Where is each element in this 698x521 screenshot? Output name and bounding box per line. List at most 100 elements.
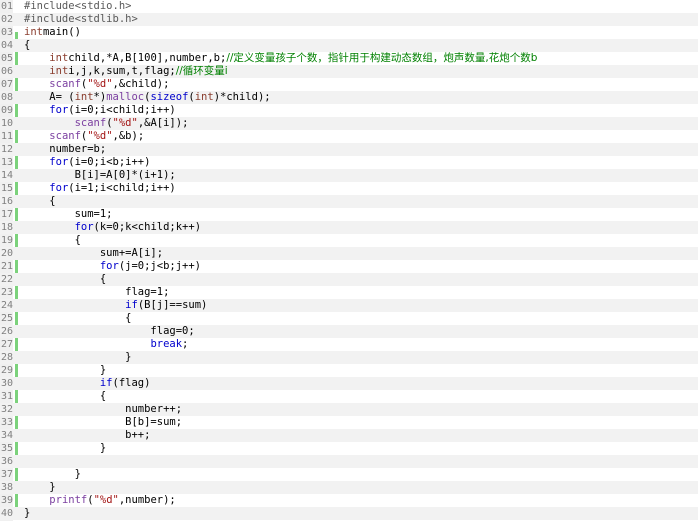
code-line[interactable]: 31 { [0, 390, 698, 403]
line-number: 32 [0, 404, 13, 415]
line-code[interactable]: { [24, 234, 81, 247]
code-line[interactable]: 23 flag=1; [0, 286, 698, 299]
code-line[interactable]: 05 intchild,*A,B[100],number,b;//定义变量孩子个… [0, 52, 698, 65]
line-code[interactable]: } [24, 507, 30, 520]
line-code[interactable]: flag=1; [24, 286, 169, 299]
code-line[interactable]: 09 for(i=0;i<child;i++) [0, 104, 698, 117]
line-code[interactable]: scanf("%d",&A[i]); [24, 117, 189, 130]
line-code[interactable]: #include<stdio.h> [24, 0, 131, 13]
code-line[interactable]: 24 if(B[j]==sum) [0, 299, 698, 312]
line-code[interactable]: for(i=0;i<b;i++) [24, 156, 150, 169]
code-line[interactable]: 13 for(i=0;i<b;i++) [0, 156, 698, 169]
line-code[interactable]: number++; [24, 403, 182, 416]
code-token: printf [49, 494, 88, 506]
code-line[interactable]: 16 { [0, 195, 698, 208]
line-code[interactable]: sum=1; [24, 208, 113, 221]
line-code[interactable]: #include<stdlib.h> [24, 13, 138, 26]
code-line[interactable]: 15 for(i=1;i<child;i++) [0, 182, 698, 195]
code-line[interactable]: 34 b++; [0, 429, 698, 442]
code-line[interactable]: 21 for(j=0;j<b;j++) [0, 260, 698, 273]
code-line[interactable]: 11 scanf("%d",&b); [0, 130, 698, 143]
code-line[interactable]: 36 [0, 455, 698, 468]
line-code[interactable]: printf("%d",number); [24, 494, 175, 507]
line-number: 39 [0, 495, 13, 506]
code-line[interactable]: 20 sum+=A[i]; [0, 247, 698, 260]
code-line[interactable]: 02 #include<stdlib.h> [0, 13, 698, 26]
line-code[interactable]: } [24, 351, 131, 364]
line-code[interactable]: } [24, 481, 55, 494]
line-code[interactable]: for(i=0;i<child;i++) [24, 104, 175, 117]
line-code[interactable]: break; [24, 338, 188, 351]
code-token: A= ( [24, 91, 75, 103]
line-number: 28 [0, 352, 13, 363]
line-code[interactable]: } [24, 442, 106, 455]
code-line[interactable]: 30 if(flag) [0, 377, 698, 390]
line-code[interactable]: b++; [24, 429, 150, 442]
line-number: 14 [0, 170, 13, 181]
code-line[interactable]: 33 B[b]=sum; [0, 416, 698, 429]
code-line[interactable]: 26 flag=0; [0, 325, 698, 338]
code-line[interactable]: 38 } [0, 481, 698, 494]
code-token: b++; [24, 429, 151, 441]
code-line[interactable]: 10 scanf("%d",&A[i]); [0, 117, 698, 130]
code-line[interactable]: 07 scanf("%d",&child); [0, 78, 698, 91]
line-code[interactable]: sum+=A[i]; [24, 247, 163, 260]
code-line[interactable]: 17 sum=1; [0, 208, 698, 221]
line-code[interactable]: { [24, 195, 55, 208]
line-code[interactable]: { [24, 312, 131, 325]
line-number: 35 [0, 443, 13, 454]
line-code[interactable]: { [24, 390, 106, 403]
line-code[interactable]: if(B[j]==sum) [24, 299, 207, 312]
code-line[interactable]: 14 B[i]=A[0]*(i+1); [0, 169, 698, 182]
code-line[interactable]: 28 } [0, 351, 698, 364]
code-line[interactable]: 27 break; [0, 338, 698, 351]
code-line[interactable]: 22 { [0, 273, 698, 286]
line-code[interactable]: B[i]=A[0]*(i+1); [24, 169, 176, 182]
code-editor[interactable]: 01 #include<stdio.h> 02 #include<stdlib.h> 0… [0, 0, 698, 521]
code-line[interactable]: 01 #include<stdio.h> [0, 0, 698, 13]
code-token: ; [182, 338, 189, 350]
line-code[interactable]: { [24, 39, 30, 52]
line-code[interactable]: scanf("%d",&b); [24, 130, 144, 143]
code-lines[interactable]: 01 #include<stdio.h> 02 #include<stdlib.h> 0… [0, 0, 698, 520]
line-code[interactable]: A= (int*)malloc(sizeof(int)*child); [24, 91, 270, 104]
line-code[interactable]: intchild,*A,B[100],number,b;//定义变量孩子个数，指… [24, 52, 537, 65]
code-token: int [49, 52, 69, 64]
code-line[interactable]: 03 intmain() [0, 26, 698, 39]
code-line[interactable]: 06 inti,j,k,sum,t,flag;//循环变量i [0, 65, 698, 78]
code-line[interactable]: 40} [0, 507, 698, 520]
line-code[interactable]: number=b; [24, 143, 106, 156]
code-token: flag=0; [24, 325, 195, 337]
line-code[interactable]: } [24, 364, 106, 377]
code-token: malloc [106, 91, 145, 103]
code-line[interactable]: 08 A= (int*)malloc(sizeof(int)*child); [0, 91, 698, 104]
line-code[interactable]: inti,j,k,sum,t,flag;//循环变量i [24, 65, 227, 78]
line-code[interactable]: for(j=0;j<b;j++) [24, 260, 201, 273]
line-code[interactable]: for(i=1;i<child;i++) [24, 182, 175, 195]
code-line[interactable]: 32 number++; [0, 403, 698, 416]
code-line[interactable]: 12 number=b; [0, 143, 698, 156]
code-line[interactable]: 25 { [0, 312, 698, 325]
line-code[interactable]: if(flag) [24, 377, 151, 390]
code-line[interactable]: 35 } [0, 442, 698, 455]
line-code[interactable]: B[b]=sum; [24, 416, 182, 429]
line-code[interactable]: for(k=0;k<child;k++) [24, 221, 201, 234]
line-number: 17 [0, 209, 13, 220]
code-token: } [24, 507, 31, 519]
code-line[interactable]: 04 { [0, 39, 698, 52]
code-line[interactable]: 18 for(k=0;k<child;k++) [0, 221, 698, 234]
code-line[interactable]: 39 printf("%d",number); [0, 494, 698, 507]
code-line[interactable]: 29 } [0, 364, 698, 377]
code-token: #include<stdio.h> [24, 0, 132, 12]
code-line[interactable]: 19 { [0, 234, 698, 247]
line-code[interactable]: } [24, 468, 81, 481]
line-code[interactable]: scanf("%d",&child); [24, 78, 169, 91]
line-code[interactable]: intmain() [24, 26, 81, 39]
line-code[interactable]: flag=0; [24, 325, 195, 338]
code-token: if [99, 377, 113, 389]
code-line[interactable]: 37 } [0, 468, 698, 481]
line-number: 15 [0, 183, 13, 194]
line-code[interactable]: { [24, 273, 106, 286]
